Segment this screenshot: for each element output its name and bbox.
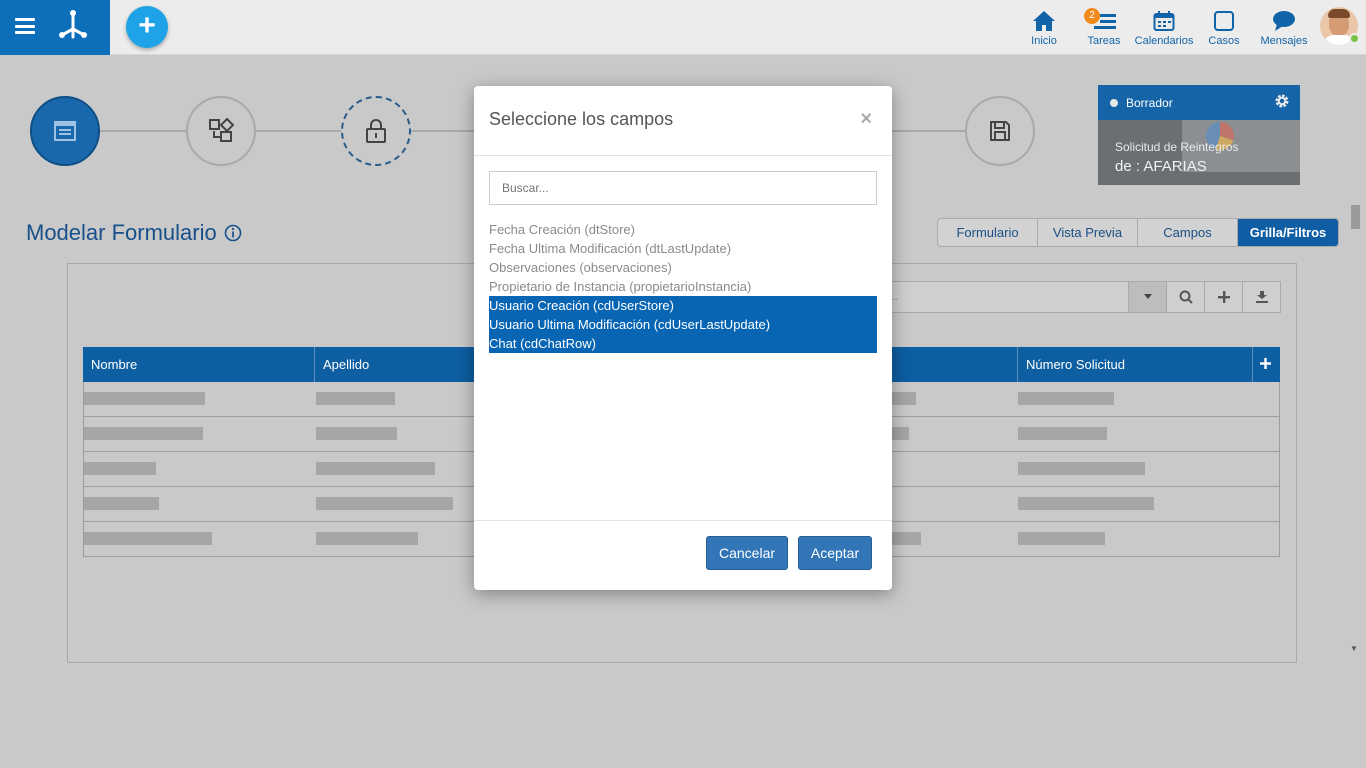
scroll-down-icon[interactable]: ▼ bbox=[1350, 644, 1358, 653]
cancel-button[interactable]: Cancelar bbox=[706, 536, 788, 570]
field-search-input[interactable] bbox=[489, 171, 877, 205]
add-button[interactable]: + bbox=[126, 6, 168, 48]
page-title: Modelar Formulario bbox=[26, 220, 217, 245]
gear-icon[interactable] bbox=[1274, 93, 1290, 109]
nav-label: Inicio bbox=[1031, 35, 1057, 47]
grid-search-input[interactable]: s... bbox=[878, 281, 1129, 313]
online-status-dot bbox=[1349, 33, 1360, 44]
list-item-selected[interactable]: Usuario Creación (cdUserStore) bbox=[489, 296, 877, 315]
nav-label: Mensajes bbox=[1260, 35, 1308, 47]
dropdown-button[interactable] bbox=[1129, 281, 1167, 313]
download-button[interactable] bbox=[1243, 281, 1281, 313]
nav-label: Calendarios bbox=[1134, 35, 1194, 47]
divider bbox=[474, 155, 892, 156]
tab-grilla-filtros[interactable]: Grilla/Filtros bbox=[1238, 219, 1338, 246]
plus-icon bbox=[1260, 358, 1271, 369]
tab-campos[interactable]: Campos bbox=[1138, 219, 1238, 246]
form-icon bbox=[54, 121, 76, 141]
stepper-connector bbox=[255, 130, 343, 132]
caret-down-icon bbox=[1143, 294, 1152, 299]
draft-author: de : AFARIAS bbox=[1115, 158, 1207, 175]
step-save[interactable] bbox=[965, 96, 1035, 166]
nav-label: Casos bbox=[1208, 35, 1240, 47]
search-icon bbox=[1179, 290, 1193, 304]
dialog-title: Seleccione los campos bbox=[489, 109, 674, 129]
add-row-button[interactable] bbox=[1205, 281, 1243, 313]
tab-bar: Formulario Vista Previa Campos Grilla/Fi… bbox=[937, 218, 1339, 247]
list-item-selected[interactable]: Usuario Ultima Modificación (cdUserLastU… bbox=[489, 315, 877, 334]
add-column-button[interactable] bbox=[1253, 347, 1280, 382]
close-icon[interactable]: × bbox=[860, 108, 872, 131]
info-icon[interactable] bbox=[224, 224, 242, 242]
draft-status: Borrador bbox=[1126, 95, 1173, 110]
step-form[interactable] bbox=[30, 96, 100, 166]
step-security[interactable] bbox=[341, 96, 411, 166]
lock-icon bbox=[366, 119, 386, 143]
plus-icon bbox=[1217, 291, 1230, 303]
tab-vista-previa[interactable]: Vista Previa bbox=[1038, 219, 1138, 246]
grid-search-group: s... bbox=[878, 281, 1281, 313]
menu-icon[interactable] bbox=[15, 18, 35, 34]
select-fields-dialog: Seleccione los campos × Fecha Creación (… bbox=[474, 86, 892, 590]
list-item[interactable]: Fecha Creación (dtStore) bbox=[489, 220, 877, 239]
nav-label: Tareas bbox=[1087, 35, 1121, 47]
stepper-connector bbox=[892, 130, 965, 132]
nav-casos[interactable]: Casos bbox=[1206, 6, 1242, 47]
accept-button[interactable]: Aceptar bbox=[798, 536, 872, 570]
page-scrollbar[interactable]: ▼ bbox=[1348, 203, 1362, 658]
scrollbar-thumb[interactable] bbox=[1351, 205, 1360, 229]
shapes-icon bbox=[209, 117, 235, 142]
column-header[interactable]: Nombre bbox=[83, 347, 315, 382]
nav-mensajes[interactable]: Mensajes bbox=[1259, 6, 1309, 47]
brand-area bbox=[0, 0, 110, 55]
draft-title: Solicitud de Reintegros bbox=[1115, 140, 1239, 154]
column-header[interactable]: Apellido bbox=[315, 347, 475, 382]
logo-icon[interactable] bbox=[56, 9, 90, 43]
nav-tareas[interactable]: 2 Tareas bbox=[1084, 6, 1122, 47]
home-icon bbox=[1033, 11, 1055, 31]
search-button[interactable] bbox=[1167, 281, 1205, 313]
save-icon bbox=[990, 121, 1010, 141]
tab-formulario[interactable]: Formulario bbox=[938, 219, 1038, 246]
status-dot bbox=[1110, 98, 1118, 107]
step-shapes[interactable] bbox=[186, 96, 256, 166]
tasks-badge: 2 bbox=[1084, 8, 1100, 24]
stepper-connector bbox=[100, 130, 188, 132]
list-item[interactable]: Observaciones (observaciones) bbox=[489, 258, 877, 277]
column-header[interactable]: Número Solicitud bbox=[1018, 347, 1253, 382]
download-icon bbox=[1255, 291, 1268, 303]
list-item[interactable]: Fecha Ultima Modificación (dtLastUpdate) bbox=[489, 239, 877, 258]
stepper-connector bbox=[410, 130, 474, 132]
cases-icon bbox=[1214, 11, 1234, 31]
nav-inicio[interactable]: Inicio bbox=[1028, 6, 1060, 47]
field-list: Fecha Creación (dtStore) Fecha Ultima Mo… bbox=[489, 220, 877, 353]
list-item-selected[interactable]: Chat (cdChatRow) bbox=[489, 334, 877, 353]
draft-card: Borrador Solicitud de Reintegros de : AF… bbox=[1098, 85, 1300, 185]
divider bbox=[474, 520, 892, 521]
nav-calendarios[interactable]: Calendarios bbox=[1134, 6, 1194, 47]
list-item[interactable]: Propietario de Instancia (propietarioIns… bbox=[489, 277, 877, 296]
calendar-icon bbox=[1153, 11, 1175, 31]
messages-icon bbox=[1273, 11, 1295, 31]
top-bar: + Inicio 2 Tareas Calendarios Casos Mens… bbox=[0, 0, 1366, 55]
